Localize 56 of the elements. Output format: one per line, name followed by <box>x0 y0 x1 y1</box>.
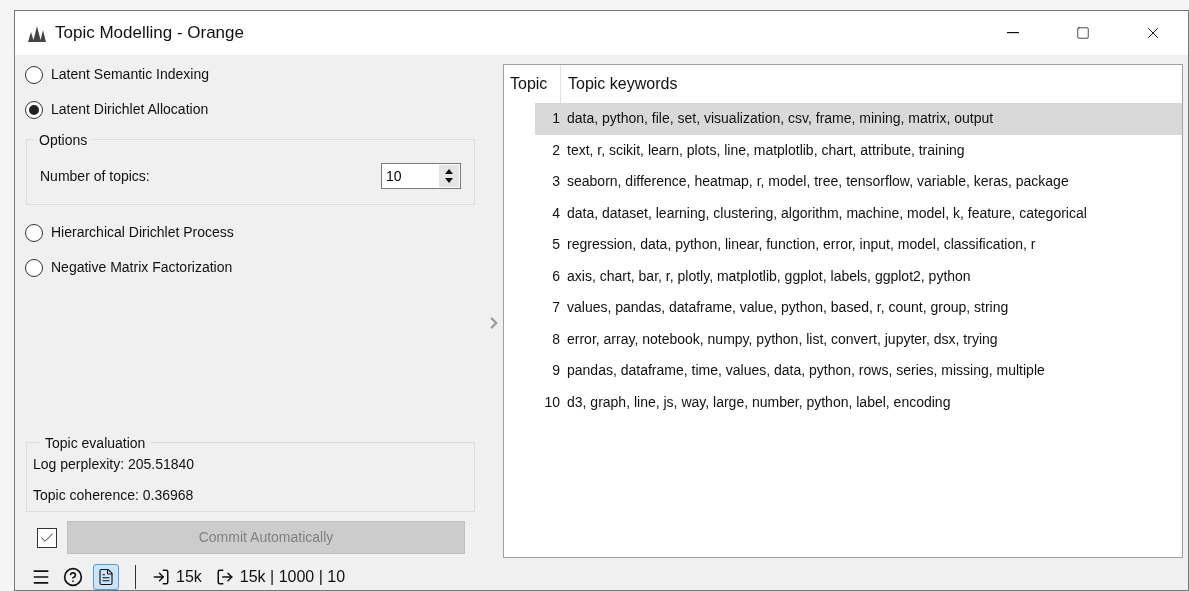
topic-number: 2 <box>551 140 561 160</box>
topic-keywords: data, dataset, learning, clustering, algorithm, machine, model, k, feature, categorical <box>567 203 1087 223</box>
input-icon <box>152 568 170 586</box>
topic-number: 1 <box>551 109 561 129</box>
topic-row[interactable]: 5 regression, data, python, linear, function, error, input, model, classification, r <box>535 229 1182 261</box>
help-icon[interactable] <box>63 567 83 587</box>
topic-row[interactable]: 4 data, dataset, learning, clustering, algorithm, machine, model, k, feature, categorical <box>535 197 1182 229</box>
radio-button[interactable] <box>25 258 43 277</box>
output-icon <box>215 568 234 586</box>
topic-keywords: text, r, scikit, learn, plots, line, matplotlib, chart, attribute, training <box>567 140 965 160</box>
output-summary: 15k | 1000 | 10 <box>239 567 346 587</box>
topic-keywords: error, array, notebook, numpy, python, list, convert, jupyter, dsx, trying <box>567 329 998 349</box>
evaluation-metric: Topic coherence: 0.36968 <box>33 486 195 505</box>
menu-icon[interactable] <box>31 567 51 587</box>
topic-number: 3 <box>551 172 561 192</box>
radio-label[interactable]: Latent Dirichlet Allocation <box>51 99 209 120</box>
topic-row[interactable]: 6 axis, chart, bar, r, plotly, matplotlib, ggplot, labels, ggplot2, python <box>535 260 1182 292</box>
radio-label[interactable]: Latent Semantic Indexing <box>51 64 209 85</box>
topic-keywords: regression, data, python, linear, function, error, input, model, classification, r <box>567 235 1036 255</box>
topic-keywords: d3, graph, line, js, way, large, number, python, label, encoding <box>567 392 951 412</box>
topic-number: 5 <box>551 235 561 255</box>
topic-row[interactable]: 1 data, python, file, set, visualization, csv, frame, mining, matrix, output <box>535 103 1182 135</box>
topic-row[interactable]: 9 pandas, dataframe, time, values, data, python, rows, series, missing, multiple <box>535 355 1182 387</box>
report-button[interactable] <box>93 564 119 590</box>
field-label: Number of topics: <box>40 166 150 186</box>
spinbox-value: 10 <box>385 166 403 186</box>
topic-row[interactable]: 10 d3, graph, line, js, way, large, number, python, label, encoding <box>535 386 1182 418</box>
radio-button[interactable] <box>25 65 43 84</box>
input-summary: 15k <box>176 567 202 587</box>
minimize-icon <box>1007 32 1019 34</box>
number-spinbox[interactable]: 10 <box>381 163 461 189</box>
radio-button[interactable] <box>25 223 43 242</box>
topic-number: 6 <box>551 266 561 286</box>
maximize-icon <box>1076 26 1090 40</box>
topic-keywords: values, pandas, dataframe, value, python, based, r, count, group, string <box>567 298 1009 318</box>
radio-button[interactable] <box>25 100 43 119</box>
radio-label[interactable]: Negative Matrix Factorization <box>51 257 233 278</box>
topic-number: 4 <box>551 203 561 223</box>
topic-row[interactable]: 7 values, pandas, dataframe, value, python, based, r, count, group, string <box>535 292 1182 324</box>
topic-keywords: pandas, dataframe, time, values, data, python, rows, series, missing, multiple <box>567 361 1045 381</box>
topic-row[interactable]: 2 text, r, scikit, learn, plots, line, matplotlib, chart, attribute, training <box>535 134 1182 166</box>
window-title: Topic Modelling - Orange <box>55 22 244 45</box>
evaluation-metric: Log perplexity: 205.51840 <box>33 455 196 474</box>
topic-keywords: axis, chart, bar, r, plotly, matplotlib, ggplot, labels, ggplot2, python <box>567 266 971 286</box>
topic-number: 7 <box>551 298 561 318</box>
column-header[interactable]: Topic keywords <box>561 72 678 96</box>
topic-row[interactable]: 3 seaborn, difference, heatmap, r, model, tree, tensorflow, variable, keras, package <box>535 166 1182 198</box>
topic-keywords: data, python, file, set, visualization, csv, frame, mining, matrix, output <box>567 109 994 129</box>
topic-number: 8 <box>551 329 561 349</box>
radio-label[interactable]: Hierarchical Dirichlet Process <box>51 222 234 243</box>
topic-keywords: seaborn, difference, heatmap, r, model, tree, tensorflow, variable, keras, package <box>567 172 1069 192</box>
topic-row[interactable]: 8 error, array, notebook, numpy, python, list, convert, jupyter, dsx, trying <box>535 323 1182 355</box>
topic-number: 9 <box>551 361 561 381</box>
topic-number: 10 <box>543 392 561 412</box>
report-icon <box>97 568 115 586</box>
spin-arrows-icon[interactable] <box>439 165 459 187</box>
